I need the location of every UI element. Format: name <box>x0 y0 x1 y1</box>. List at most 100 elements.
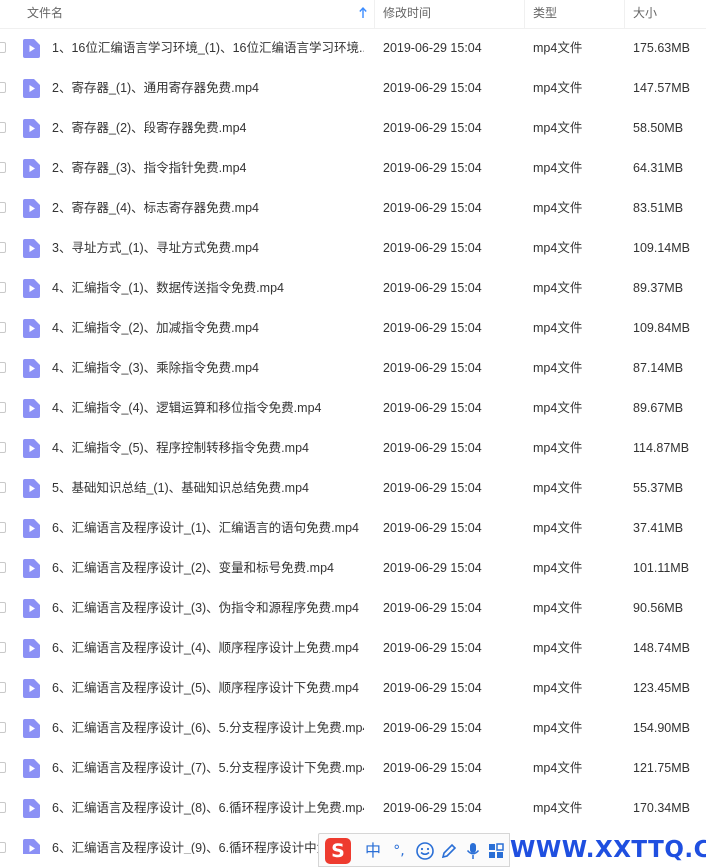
table-row[interactable]: 6、汇编语言及程序设计_(7)、5.分支程序设计下免费.mp4 2019-06-2… <box>0 748 706 788</box>
file-name[interactable]: 4、汇编指令_(5)、程序控制转移指令免费.mp4 <box>52 428 364 468</box>
ime-punct-toggle[interactable]: °, <box>389 840 409 862</box>
file-name[interactable]: 6、汇编语言及程序设计_(3)、伪指令和源程序免费.mp4 <box>52 588 364 628</box>
row-checkbox[interactable] <box>0 162 6 173</box>
file-name[interactable]: 2、寄存器_(4)、标志寄存器免费.mp4 <box>52 188 364 228</box>
table-row[interactable]: 4、汇编指令_(4)、逻辑运算和移位指令免费.mp4 2019-06-29 15:… <box>0 388 706 428</box>
table-row[interactable]: 5、基础知识总结_(1)、基础知识总结免费.mp4 2019-06-29 15:0… <box>0 468 706 508</box>
row-checkbox[interactable] <box>0 562 6 573</box>
table-row[interactable]: 6、汇编语言及程序设计_(6)、5.分支程序设计上免费.mp4 2019-06-2… <box>0 708 706 748</box>
row-checkbox[interactable] <box>0 722 6 733</box>
file-type: mp4文件 <box>533 81 583 95</box>
table-row[interactable]: 6、汇编语言及程序设计_(3)、伪指令和源程序免费.mp4 2019-06-29 … <box>0 588 706 628</box>
file-type: mp4文件 <box>533 241 583 255</box>
file-modified-date: 2019-06-29 15:04 <box>383 401 482 415</box>
table-row[interactable]: 4、汇编指令_(5)、程序控制转移指令免费.mp4 2019-06-29 15:0… <box>0 428 706 468</box>
microphone-icon[interactable] <box>463 841 483 861</box>
table-row[interactable]: 6、汇编语言及程序设计_(5)、顺序程序设计下免费.mp4 2019-06-29 … <box>0 668 706 708</box>
row-checkbox[interactable] <box>0 362 6 373</box>
column-header-size[interactable]: 大小 <box>624 0 706 28</box>
sogou-logo-icon[interactable]: S <box>325 838 351 864</box>
row-checkbox[interactable] <box>0 122 6 133</box>
file-name[interactable]: 6、汇编语言及程序设计_(6)、5.分支程序设计上免费.mp4 <box>52 708 364 748</box>
file-size: 154.90MB <box>633 721 690 735</box>
table-row[interactable]: 4、汇编指令_(3)、乘除指令免费.mp4 2019-06-29 15:04 mp4… <box>0 348 706 388</box>
file-name[interactable]: 4、汇编指令_(3)、乘除指令免费.mp4 <box>52 348 364 388</box>
smiley-icon[interactable] <box>415 841 435 861</box>
file-name[interactable]: 6、汇编语言及程序设计_(5)、顺序程序设计下免费.mp4 <box>52 668 364 708</box>
video-file-icon <box>23 719 40 738</box>
table-row[interactable]: 3、寻址方式_(1)、寻址方式免费.mp4 2019-06-29 15:04 mp4… <box>0 228 706 268</box>
table-row[interactable]: 1、16位汇编语言学习环境_(1)、16位汇编语言学习环境... 2019-06-… <box>0 28 706 68</box>
row-checkbox[interactable] <box>0 322 6 333</box>
file-name[interactable]: 2、寄存器_(1)、通用寄存器免费.mp4 <box>52 68 364 108</box>
file-type: mp4文件 <box>533 641 583 655</box>
file-name[interactable]: 6、汇编语言及程序设计_(7)、5.分支程序设计下免费.mp4 <box>52 748 364 788</box>
file-name[interactable]: 1、16位汇编语言学习环境_(1)、16位汇编语言学习环境... <box>52 28 364 68</box>
file-type: mp4文件 <box>533 681 583 695</box>
row-checkbox[interactable] <box>0 42 6 53</box>
column-header-date[interactable]: 修改时间 <box>374 0 524 28</box>
row-checkbox[interactable] <box>0 802 6 813</box>
row-checkbox[interactable] <box>0 842 6 853</box>
file-name[interactable]: 4、汇编指令_(4)、逻辑运算和移位指令免费.mp4 <box>52 388 364 428</box>
file-modified-date: 2019-06-29 15:04 <box>383 201 482 215</box>
file-size: 148.74MB <box>633 641 690 655</box>
row-checkbox[interactable] <box>0 282 6 293</box>
table-row[interactable]: 2、寄存器_(2)、段寄存器免费.mp4 2019-06-29 15:04 mp4文… <box>0 108 706 148</box>
file-name[interactable]: 6、汇编语言及程序设计_(8)、6.循环程序设计上免费.mp4 <box>52 788 364 828</box>
file-name[interactable]: 4、汇编指令_(2)、加减指令免费.mp4 <box>52 308 364 348</box>
table-row[interactable]: 6、汇编语言及程序设计_(8)、6.循环程序设计上免费.mp4 2019-06-2… <box>0 788 706 828</box>
row-checkbox[interactable] <box>0 522 6 533</box>
video-file-icon <box>23 119 40 138</box>
column-header-name[interactable]: 文件名 <box>27 0 373 28</box>
file-name[interactable]: 2、寄存器_(2)、段寄存器免费.mp4 <box>52 108 364 148</box>
row-checkbox[interactable] <box>0 762 6 773</box>
file-modified-date: 2019-06-29 15:04 <box>383 521 482 535</box>
row-checkbox[interactable] <box>0 642 6 653</box>
file-type: mp4文件 <box>533 561 583 575</box>
file-name[interactable]: 6、汇编语言及程序设计_(2)、变量和标号免费.mp4 <box>52 548 364 588</box>
ime-toolbar[interactable]: S 中 °, <box>318 833 510 867</box>
file-modified-date: 2019-06-29 15:04 <box>383 41 482 55</box>
arrow-up-icon[interactable] <box>358 6 368 20</box>
file-name[interactable]: 2、寄存器_(3)、指令指针免费.mp4 <box>52 148 364 188</box>
row-checkbox[interactable] <box>0 402 6 413</box>
table-row[interactable]: 4、汇编指令_(2)、加减指令免费.mp4 2019-06-29 15:04 mp4… <box>0 308 706 348</box>
table-row[interactable]: 6、汇编语言及程序设计_(1)、汇编语言的语句免费.mp4 2019-06-29 … <box>0 508 706 548</box>
file-type: mp4文件 <box>533 481 583 495</box>
file-name[interactable]: 6、汇编语言及程序设计_(1)、汇编语言的语句免费.mp4 <box>52 508 364 548</box>
file-name[interactable]: 6、汇编语言及程序设计_(4)、顺序程序设计上免费.mp4 <box>52 628 364 668</box>
table-row[interactable]: 2、寄存器_(1)、通用寄存器免费.mp4 2019-06-29 15:04 mp4… <box>0 68 706 108</box>
file-type: mp4文件 <box>533 601 583 615</box>
file-name[interactable]: 3、寻址方式_(1)、寻址方式免费.mp4 <box>52 228 364 268</box>
table-row[interactable]: 4、汇编指令_(1)、数据传送指令免费.mp4 2019-06-29 15:04 m… <box>0 268 706 308</box>
file-modified-date: 2019-06-29 15:04 <box>383 801 482 815</box>
pen-icon[interactable] <box>439 841 459 861</box>
row-checkbox[interactable] <box>0 202 6 213</box>
video-file-icon <box>23 239 40 258</box>
row-checkbox[interactable] <box>0 442 6 453</box>
ime-mode-toggle[interactable]: 中 <box>363 840 383 862</box>
grid-icon[interactable] <box>487 842 505 860</box>
video-file-icon <box>23 519 40 538</box>
video-file-icon <box>23 439 40 458</box>
column-header-type[interactable]: 类型 <box>524 0 624 28</box>
row-checkbox[interactable] <box>0 82 6 93</box>
file-type: mp4文件 <box>533 161 583 175</box>
file-modified-date: 2019-06-29 15:04 <box>383 481 482 495</box>
table-row[interactable]: 6、汇编语言及程序设计_(4)、顺序程序设计上免费.mp4 2019-06-29 … <box>0 628 706 668</box>
row-checkbox[interactable] <box>0 682 6 693</box>
file-modified-date: 2019-06-29 15:04 <box>383 241 482 255</box>
row-checkbox[interactable] <box>0 482 6 493</box>
file-size: 58.50MB <box>633 121 684 135</box>
file-name[interactable]: 4、汇编指令_(1)、数据传送指令免费.mp4 <box>52 268 364 308</box>
table-row[interactable]: 2、寄存器_(3)、指令指针免费.mp4 2019-06-29 15:04 mp4文… <box>0 148 706 188</box>
table-row[interactable]: 6、汇编语言及程序设计_(2)、变量和标号免费.mp4 2019-06-29 15… <box>0 548 706 588</box>
file-name[interactable]: 5、基础知识总结_(1)、基础知识总结免费.mp4 <box>52 468 364 508</box>
table-row[interactable]: 2、寄存器_(4)、标志寄存器免费.mp4 2019-06-29 15:04 mp4… <box>0 188 706 228</box>
file-size: 87.14MB <box>633 361 684 375</box>
file-modified-date: 2019-06-29 15:04 <box>383 321 482 335</box>
video-file-icon <box>23 559 40 578</box>
row-checkbox[interactable] <box>0 242 6 253</box>
row-checkbox[interactable] <box>0 602 6 613</box>
